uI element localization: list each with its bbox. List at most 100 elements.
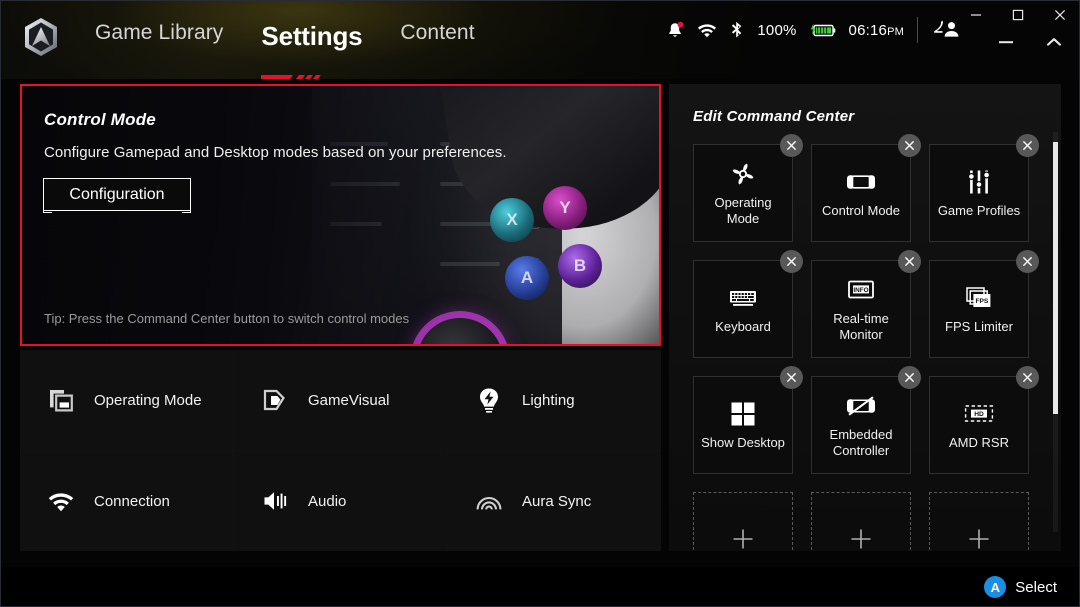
lighting-bulb-icon: [474, 385, 504, 415]
close-icon[interactable]: [898, 366, 921, 389]
main-content: X Y A B Control Mode Configure Gamepad: [1, 79, 1079, 567]
settings-tile-connection[interactable]: Connection: [20, 451, 233, 551]
command-center-tile-control-mode[interactable]: Control Mode: [811, 134, 921, 242]
command-center-tile-label: Game Profiles: [937, 202, 1021, 218]
command-center-tile-show-desktop[interactable]: Show Desktop: [693, 366, 803, 474]
wifi-icon: [46, 486, 76, 516]
user-account-icon[interactable]: [931, 18, 961, 42]
hero-title: Control Mode: [44, 110, 156, 129]
hero-tip-text: Tip: Press the Command Center button to …: [44, 311, 410, 326]
nav-label: Settings: [261, 21, 363, 51]
close-icon[interactable]: [780, 250, 803, 273]
settings-tile-gamevisual[interactable]: GameVisual: [234, 350, 447, 450]
close-icon[interactable]: [1016, 366, 1039, 389]
handheld-gamepad-icon: [846, 168, 876, 196]
active-tab-underline: [261, 56, 323, 79]
close-icon[interactable]: [1016, 250, 1039, 273]
bell-icon[interactable]: [666, 21, 684, 40]
plus-icon: [966, 526, 992, 552]
command-center-tile-game-profiles[interactable]: Game Profiles: [929, 134, 1039, 242]
status-divider: [917, 17, 918, 43]
plus-icon: [848, 526, 874, 552]
command-center-tile-operating-mode[interactable]: Operating Mode: [693, 134, 803, 242]
battery-charging-icon: [810, 23, 836, 38]
fan-icon: [728, 160, 758, 188]
control-mode-hero-card[interactable]: X Y A B Control Mode Configure Gamepad: [20, 84, 661, 346]
command-center-tile-label: AMD RSR: [949, 434, 1009, 450]
sliders-icon: [964, 168, 994, 196]
main-navigation: Game Library Settings Content: [89, 19, 481, 79]
wifi-icon[interactable]: [697, 22, 717, 38]
audio-speaker-icon: [260, 486, 290, 516]
command-center-tile-grid: Operating Mode Control Mode Game Profile…: [693, 134, 1039, 551]
close-icon[interactable]: [898, 134, 921, 157]
armoury-crate-window: Game Library Settings Content 100% 06:16…: [0, 0, 1080, 607]
svg-text:INFO: INFO: [853, 287, 868, 294]
select-action[interactable]: A Select: [984, 576, 1057, 598]
command-center-tile-label: FPS Limiter: [945, 318, 1013, 334]
command-center-tile-amd-rsr[interactable]: HD AMD RSR: [929, 366, 1039, 474]
nav-item-game-library[interactable]: Game Library: [89, 19, 229, 59]
os-window-controls: [965, 5, 1071, 25]
settings-tile-label: Operating Mode: [94, 391, 202, 409]
command-center-tile-label: Embedded Controller: [829, 427, 893, 458]
add-command-center-tile-slot-3[interactable]: [929, 492, 1029, 551]
add-command-center-tile-slot-2[interactable]: [811, 492, 911, 551]
command-center-tile-embedded-controller[interactable]: Embedded Controller: [811, 366, 921, 474]
settings-tile-lighting[interactable]: Lighting: [448, 350, 661, 450]
footer-bar: A Select: [1, 567, 1079, 606]
keyboard-icon: [728, 284, 758, 312]
settings-tile-audio[interactable]: Audio: [234, 451, 447, 551]
close-icon[interactable]: [1016, 134, 1039, 157]
select-action-label: Select: [1015, 578, 1057, 596]
hero-text-block: Control Mode Configure Gamepad and Deskt…: [43, 110, 604, 213]
a-button-glyph: A: [990, 579, 1000, 595]
windows-squares-icon: [728, 400, 758, 428]
hero-description: Configure Gamepad and Desktop modes base…: [44, 144, 507, 161]
configuration-button[interactable]: Configuration: [43, 178, 191, 213]
command-center-tile-real-time-monitor[interactable]: INFO Real-time Monitor: [811, 250, 921, 358]
operating-mode-icon: [46, 385, 76, 415]
nav-item-settings[interactable]: Settings: [255, 19, 368, 79]
close-icon[interactable]: [780, 134, 803, 157]
settings-tile-label: Lighting: [522, 391, 575, 409]
a-button-icon: A: [984, 576, 1007, 598]
status-bar: 100% 06:16PM: [666, 17, 961, 43]
info-monitor-icon: INFO: [846, 276, 876, 304]
nav-label: Content: [400, 21, 475, 44]
edit-command-center-panel: Edit Command Center Operating Mode Contr…: [669, 84, 1061, 551]
command-center-tile-label: Keyboard: [715, 318, 771, 334]
command-center-tile-fps-limiter[interactable]: FPS FPS Limiter: [929, 250, 1039, 358]
settings-tile-label: Aura Sync: [522, 492, 592, 510]
maximize-icon[interactable]: [1007, 5, 1029, 25]
minimize-icon[interactable]: [965, 5, 987, 25]
app-minimize-icon[interactable]: [995, 31, 1017, 53]
aura-sync-icon: [474, 486, 504, 516]
close-icon[interactable]: [1049, 5, 1071, 25]
app-window-controls: [995, 31, 1065, 53]
bluetooth-icon[interactable]: [730, 21, 744, 40]
settings-tile-aura-sync[interactable]: Aura Sync: [448, 451, 661, 551]
nav-item-content[interactable]: Content: [394, 19, 480, 59]
command-center-tile-label: Show Desktop: [701, 434, 785, 450]
command-center-tile-label: Control Mode: [821, 202, 901, 218]
plus-icon: [730, 526, 756, 552]
add-command-center-tile-slot-1[interactable]: [693, 492, 793, 551]
panel-title: Edit Command Center: [693, 108, 855, 125]
settings-tile-operating-mode[interactable]: Operating Mode: [20, 350, 233, 450]
rog-armoury-crate-hexagon-logo-icon[interactable]: [19, 15, 63, 59]
close-icon[interactable]: [780, 366, 803, 389]
configuration-button-label: Configuration: [69, 185, 165, 203]
battery-percent: 100%: [757, 21, 797, 39]
panel-scrollbar-thumb[interactable]: [1053, 142, 1058, 414]
app-header: Game Library Settings Content 100% 06:16…: [1, 1, 1079, 79]
gamepad-disabled-icon: [846, 392, 876, 420]
app-collapse-chevron-icon[interactable]: [1043, 31, 1065, 53]
fps-stack-icon: FPS: [964, 284, 994, 312]
settings-left-column: X Y A B Control Mode Configure Gamepad: [20, 84, 661, 551]
command-center-tile-label: Real-time Monitor: [833, 311, 889, 342]
command-center-tile-keyboard[interactable]: Keyboard: [693, 250, 803, 358]
settings-tile-label: GameVisual: [308, 391, 390, 409]
nav-label: Game Library: [95, 21, 224, 44]
close-icon[interactable]: [898, 250, 921, 273]
